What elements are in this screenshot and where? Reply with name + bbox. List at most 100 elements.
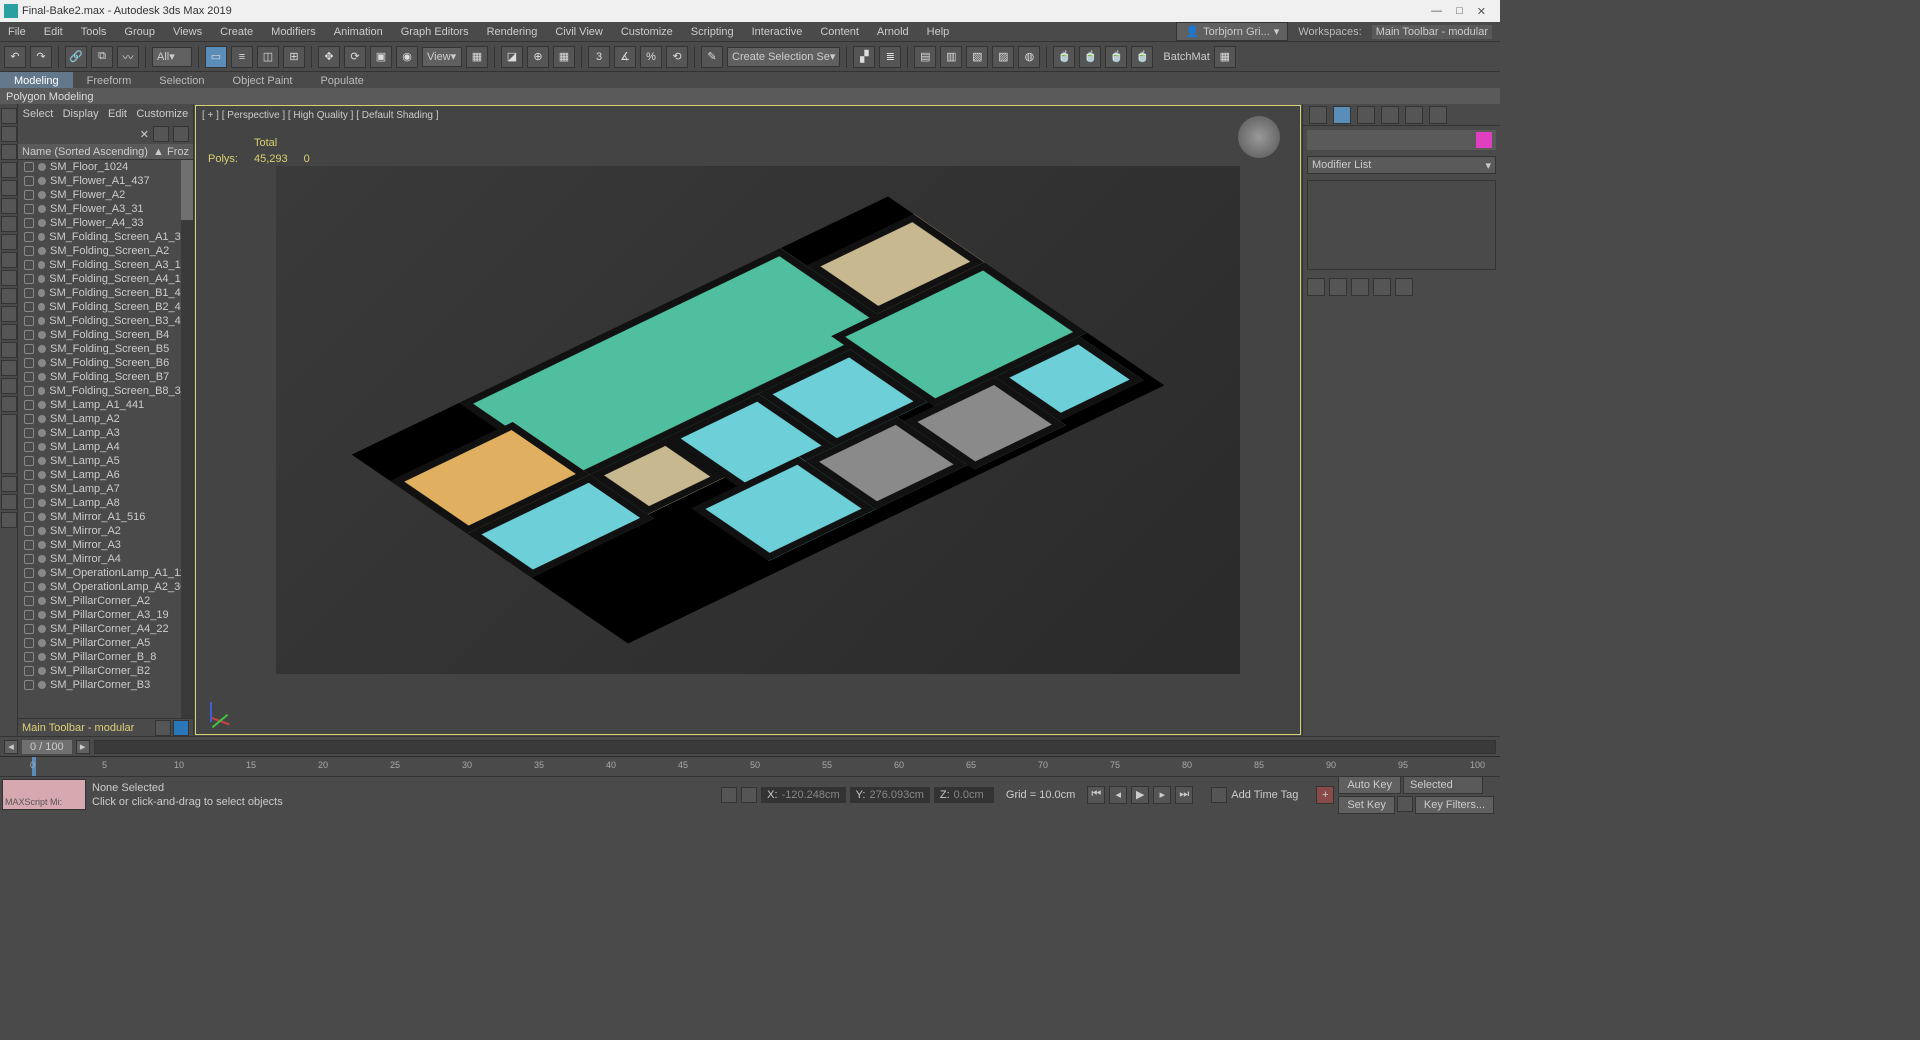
refcoord-dropdown[interactable]: View ▾	[422, 47, 462, 67]
object-name-field[interactable]	[1307, 130, 1496, 150]
utilities-tab[interactable]	[1429, 106, 1447, 124]
dock-icon[interactable]	[1, 108, 17, 124]
list-item[interactable]: SM_Lamp_A8	[18, 496, 193, 510]
prev-frame-button[interactable]: ◂	[1109, 786, 1127, 804]
list-item[interactable]: SM_Folding_Screen_A2	[18, 244, 193, 258]
freeze-icon[interactable]	[38, 289, 46, 297]
filter-icon[interactable]	[173, 126, 189, 142]
select-by-name-button[interactable]: ≡	[231, 46, 253, 68]
goto-end-button[interactable]: ⏭	[1175, 786, 1193, 804]
configure-sets-icon[interactable]	[1395, 278, 1413, 296]
freeze-icon[interactable]	[38, 457, 46, 465]
keyfilters-button[interactable]: Key Filters...	[1415, 796, 1494, 814]
window-crossing-button[interactable]: ⊞	[283, 46, 305, 68]
x-coord[interactable]: X:-120.248cm	[761, 787, 846, 803]
visibility-icon[interactable]	[24, 330, 34, 340]
minimize-button[interactable]: —	[1431, 5, 1442, 18]
curve-editor-button[interactable]: ▧	[966, 46, 988, 68]
motion-tab[interactable]	[1381, 106, 1399, 124]
autokey-button[interactable]: Auto Key	[1338, 776, 1401, 794]
list-item[interactable]: SM_Flower_A1_437	[18, 174, 193, 188]
dock-icon[interactable]	[1, 216, 17, 232]
list-item[interactable]: SM_Folding_Screen_B2_498	[18, 300, 193, 314]
visibility-icon[interactable]	[24, 582, 34, 592]
menu-scripting[interactable]: Scripting	[691, 26, 734, 38]
maximize-button[interactable]: □	[1456, 5, 1463, 18]
placement-button[interactable]: ◉	[396, 46, 418, 68]
visibility-icon[interactable]	[24, 498, 34, 508]
visibility-icon[interactable]	[24, 512, 34, 522]
y-coord[interactable]: Y:276.093cm	[850, 787, 930, 803]
visibility-icon[interactable]	[24, 540, 34, 550]
transform-icon[interactable]	[741, 787, 757, 803]
user-account-button[interactable]: 👤 Torbjorn Gri... ▾	[1176, 22, 1288, 41]
dock-icon[interactable]	[1, 270, 17, 286]
addtime-icon[interactable]	[1211, 787, 1227, 803]
freeze-icon[interactable]	[38, 443, 46, 451]
named-selection-input[interactable]: Create Selection Se ▾	[727, 47, 840, 67]
list-item[interactable]: SM_Floor_1024	[18, 160, 193, 174]
unlink-button[interactable]: ⧉	[91, 46, 113, 68]
dock-icon[interactable]	[1, 306, 17, 322]
menu-content[interactable]: Content	[820, 26, 859, 38]
freeze-icon[interactable]	[38, 345, 46, 353]
link-button[interactable]: 🔗	[65, 46, 87, 68]
dock-icon[interactable]	[1, 494, 17, 510]
bind-spacewarp-button[interactable]: 〰	[117, 46, 139, 68]
list-header[interactable]: Name (Sorted Ascending) ▲ Froz	[18, 144, 193, 160]
dock-icon[interactable]	[1, 234, 17, 250]
layer-icon[interactable]	[155, 720, 171, 736]
freeze-icon[interactable]	[38, 555, 46, 563]
lock-selection-icon[interactable]	[721, 787, 737, 803]
list-item[interactable]: SM_Flower_A3_31	[18, 202, 193, 216]
visibility-icon[interactable]	[24, 204, 34, 214]
menu-edit[interactable]: Edit	[44, 26, 63, 38]
visibility-icon[interactable]	[24, 568, 34, 578]
key-mode-icon[interactable]	[1397, 796, 1413, 812]
spinner-snap-button[interactable]: ⟲	[666, 46, 688, 68]
redo-button[interactable]: ↷	[30, 46, 52, 68]
visibility-icon[interactable]	[24, 652, 34, 662]
make-unique-icon[interactable]	[1351, 278, 1369, 296]
time-slider-track[interactable]	[94, 740, 1496, 754]
list-item[interactable]: SM_Lamp_A3	[18, 426, 193, 440]
rotate-button[interactable]: ⟳	[344, 46, 366, 68]
list-item[interactable]: SM_PillarCorner_B2	[18, 664, 193, 678]
explorer-tab-display[interactable]: Display	[63, 108, 99, 120]
freeze-icon[interactable]	[38, 275, 46, 283]
freeze-icon[interactable]	[38, 583, 46, 591]
percent-snap-button[interactable]: %	[640, 46, 662, 68]
undo-button[interactable]: ↶	[4, 46, 26, 68]
visibility-icon[interactable]	[24, 400, 34, 410]
dock-icon[interactable]	[1, 512, 17, 528]
list-item[interactable]: SM_Flower_A4_33	[18, 216, 193, 230]
list-item[interactable]: SM_Folding_Screen_B6	[18, 356, 193, 370]
freeze-icon[interactable]	[38, 625, 46, 633]
dock-icon[interactable]	[1, 396, 17, 412]
visibility-icon[interactable]	[24, 302, 34, 312]
menu-graph-editors[interactable]: Graph Editors	[401, 26, 469, 38]
hierarchy-tab[interactable]	[1357, 106, 1375, 124]
render-setup-button[interactable]: 🍵	[1053, 46, 1075, 68]
dock-icon[interactable]	[1, 252, 17, 268]
dock-icon[interactable]	[1, 126, 17, 142]
list-item[interactable]: SM_Folding_Screen_B7	[18, 370, 193, 384]
freeze-icon[interactable]	[38, 261, 46, 269]
batchmat-label[interactable]: BatchMat	[1163, 51, 1209, 63]
viewcube[interactable]	[1238, 116, 1280, 158]
modifier-list-dropdown[interactable]: Modifier List▾	[1307, 156, 1496, 174]
dock-icon[interactable]	[1, 342, 17, 358]
visibility-icon[interactable]	[24, 456, 34, 466]
freeze-icon[interactable]	[38, 667, 46, 675]
visibility-icon[interactable]	[24, 428, 34, 438]
dock-icon[interactable]	[1, 198, 17, 214]
ribbon-panel-label[interactable]: Polygon Modeling	[0, 88, 1500, 106]
visibility-icon[interactable]	[24, 288, 34, 298]
edit-named-sel-button[interactable]: ✎	[701, 46, 723, 68]
freeze-icon[interactable]	[38, 205, 46, 213]
list-item[interactable]: SM_Folding_Screen_B3_477	[18, 314, 193, 328]
render-state-button[interactable]: 🍵	[1105, 46, 1127, 68]
workspaces-dropdown[interactable]: Main Toolbar - modular	[1372, 25, 1492, 39]
dock-icon[interactable]	[1, 144, 17, 160]
freeze-icon[interactable]	[38, 373, 46, 381]
